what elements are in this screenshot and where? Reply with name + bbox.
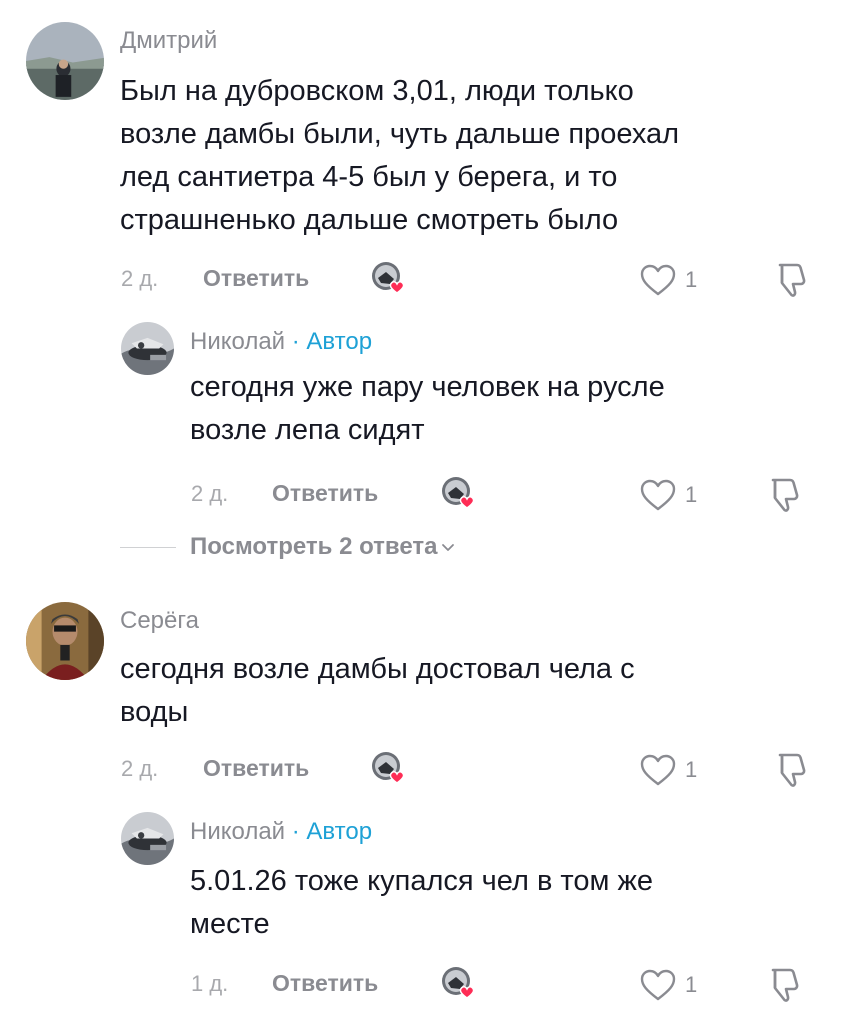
creator-liked-badge xyxy=(370,750,406,786)
like-count: 1 xyxy=(685,482,698,507)
avatar-image xyxy=(26,602,104,680)
divider-line xyxy=(120,546,176,548)
avatar[interactable] xyxy=(26,602,104,680)
creator-liked-badge xyxy=(440,475,476,511)
username[interactable]: Серёга xyxy=(120,607,199,635)
heart-outline-icon[interactable] xyxy=(640,264,676,301)
like-count: 1 xyxy=(685,267,698,292)
username-row: Николай · Автор xyxy=(190,818,372,846)
comment-text-line: месте xyxy=(190,908,270,940)
chevron-down-icon xyxy=(441,542,455,552)
comment-text: сегодня возле дамбы достовал чела с воды xyxy=(120,648,635,734)
comment-text: 5.01.26 тоже купался чел в том же месте xyxy=(190,860,653,946)
comment-text-line: лед сантиетра 4-5 был у берега, и то xyxy=(120,161,618,193)
author-tag: · Автор xyxy=(291,328,373,355)
author-tag: · Автор xyxy=(291,818,373,845)
username-row: Николай · Автор xyxy=(190,328,372,356)
comment-item: Дмитрий Был на дубровском 3,01, люди тол… xyxy=(0,0,842,310)
thumbs-down-icon[interactable] xyxy=(775,261,809,304)
thumbs-down-icon[interactable] xyxy=(768,966,802,1009)
heart-outline-icon[interactable] xyxy=(640,479,676,516)
avatar[interactable] xyxy=(121,322,174,375)
heart-icon xyxy=(459,986,475,999)
comment-text-line: 5.01.26 тоже купался чел в том же xyxy=(190,865,654,897)
comment-actions: 2 д. Ответить 1 xyxy=(0,473,842,513)
view-replies-label: Посмотреть 2 ответа xyxy=(190,533,438,560)
comment-actions: 2 д. Ответить 1 xyxy=(0,258,842,298)
comment-text: Был на дубровском 3,01, люди только возл… xyxy=(120,70,679,242)
timestamp: 2 д. xyxy=(121,266,159,291)
reply-item: Николай · Автор 5.01.26 тоже купался чел… xyxy=(0,800,842,1024)
username[interactable]: Дмитрий xyxy=(120,27,217,55)
heart-icon xyxy=(389,771,405,784)
timestamp: 2 д. xyxy=(191,481,229,506)
avatar-image xyxy=(26,22,104,100)
reply-button[interactable]: Ответить xyxy=(272,970,378,997)
comment-text-line: сегодня уже пару человек на русле xyxy=(190,371,665,403)
comment-text-line: возле дамбы были, чуть дальше проехал xyxy=(120,118,680,150)
comment-text-line: воды xyxy=(120,696,189,728)
comment-actions: 2 д. Ответить 1 xyxy=(0,748,842,788)
thumbs-down-icon[interactable] xyxy=(775,751,809,794)
view-replies-button[interactable]: Посмотреть 2 ответа xyxy=(120,532,455,562)
reply-button[interactable]: Ответить xyxy=(203,755,309,782)
creator-liked-badge xyxy=(440,965,476,1001)
comment-text-line: Был на дубровском 3,01, люди только xyxy=(120,75,634,107)
timestamp: 2 д. xyxy=(121,756,159,781)
heart-outline-icon[interactable] xyxy=(640,754,676,791)
comment-actions: 1 д. Ответить 1 xyxy=(0,963,842,1003)
thumbs-down-icon[interactable] xyxy=(768,476,802,519)
comment-text-line: сегодня возле дамбы достовал чела с xyxy=(120,653,635,685)
heart-icon xyxy=(389,281,405,294)
reply-button[interactable]: Ответить xyxy=(203,265,309,292)
timestamp: 1 д. xyxy=(191,971,229,996)
comment-text-line: возле лепа сидят xyxy=(190,414,425,446)
reply-item: Николай · Автор сегодня уже пару человек… xyxy=(0,310,842,530)
avatar[interactable] xyxy=(121,812,174,865)
username[interactable]: Николай xyxy=(190,818,285,845)
creator-liked-badge xyxy=(370,260,406,296)
comment-item: Серёга сегодня возле дамбы достовал чела… xyxy=(0,590,842,800)
comment-text-line: страшненько дальше смотреть было xyxy=(120,204,619,236)
avatar-image xyxy=(121,322,174,375)
comment-text: сегодня уже пару человек на русле возле … xyxy=(190,366,665,452)
like-count: 1 xyxy=(685,972,698,997)
heart-icon xyxy=(459,496,475,509)
avatar-image xyxy=(121,812,174,865)
heart-outline-icon[interactable] xyxy=(640,969,676,1006)
avatar[interactable] xyxy=(26,22,104,100)
username[interactable]: Николай xyxy=(190,328,285,355)
like-count: 1 xyxy=(685,757,698,782)
reply-button[interactable]: Ответить xyxy=(272,480,378,507)
